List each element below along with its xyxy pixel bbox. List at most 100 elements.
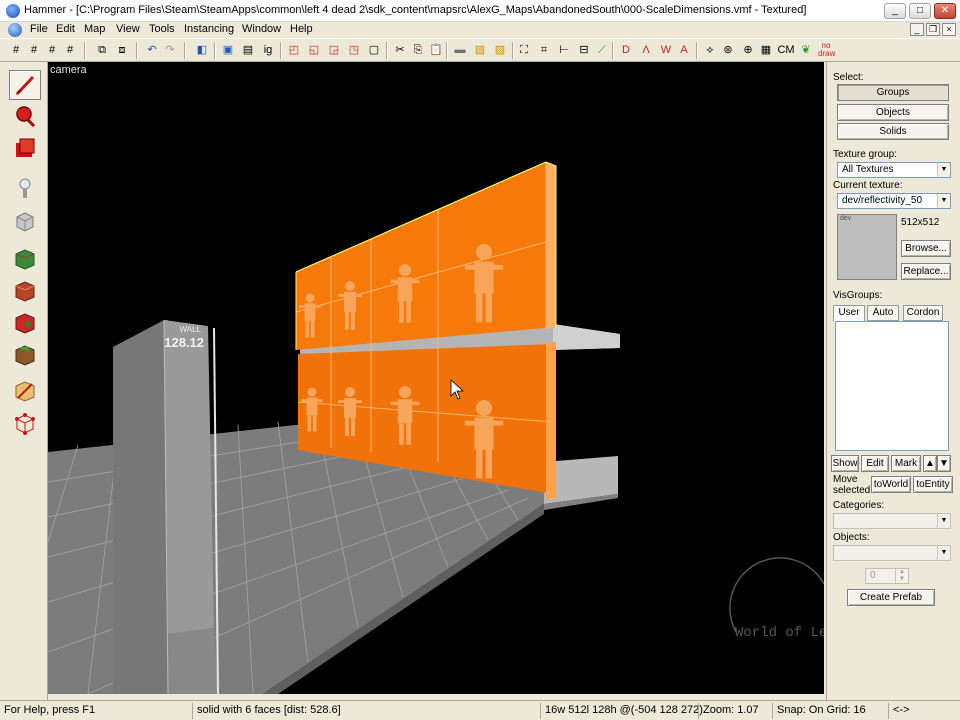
status-bar: For Help, press F1 solid with 6 faces [d… (0, 700, 960, 720)
show-button[interactable]: Show (831, 455, 859, 472)
select-groups-button[interactable]: Groups (837, 84, 949, 101)
to-entity-button[interactable]: toEntity (913, 476, 953, 493)
ungroup-icon[interactable]: ⧈ (114, 42, 130, 58)
group-icon[interactable]: ⧉ (94, 42, 110, 58)
texture-size: 512x512 (901, 217, 940, 228)
mdi-close-button[interactable]: × (942, 23, 956, 36)
camera-tool-icon[interactable] (9, 134, 41, 164)
carve-icon[interactable]: ◧ (194, 42, 210, 58)
redo-icon[interactable]: ↷ (162, 42, 178, 58)
display-textured-icon[interactable]: A (676, 42, 692, 58)
status-snap: Snap: On Grid: 16 (772, 703, 888, 719)
cut-icon[interactable]: ✂ (392, 42, 408, 58)
menu-tools[interactable]: Tools (149, 23, 175, 35)
current-texture-select[interactable]: dev/reflectivity_50 ▼ (837, 193, 951, 209)
cubemap-label[interactable]: CM (776, 42, 796, 58)
entity-report-icon[interactable]: ⟡ (702, 42, 718, 58)
hatch-icon[interactable]: ▧ (472, 42, 488, 58)
texture-scale-lock-icon[interactable]: ◱ (306, 42, 322, 58)
browse-button[interactable]: Browse... (901, 240, 951, 257)
visgroups-list[interactable] (835, 321, 949, 451)
to-world-button[interactable]: toWorld (871, 476, 911, 493)
hide-unselected-icon[interactable]: ▤ (240, 42, 256, 58)
mdi-minimize-button[interactable]: _ (910, 23, 924, 36)
snap-select-icon[interactable]: ⌗ (536, 42, 552, 58)
selection-box-icon[interactable]: ⛶ (516, 42, 532, 58)
apply-texture-icon[interactable] (9, 276, 41, 306)
minimize-button[interactable]: _ (884, 3, 906, 19)
grid-3d-icon[interactable]: # (62, 42, 78, 58)
menu-help[interactable]: Help (290, 23, 313, 35)
grid-toggle-icon[interactable]: # (8, 42, 24, 58)
tab-user[interactable]: User (833, 305, 865, 322)
title-bar: Hammer - [C:\Program Files\Steam\SteamAp… (0, 0, 960, 22)
edit-button[interactable]: Edit (861, 455, 889, 472)
entity-tool-icon[interactable] (9, 174, 41, 204)
skybox-icon[interactable]: ▦ (758, 42, 774, 58)
menu-window[interactable]: Window (242, 23, 281, 35)
menu-edit[interactable]: Edit (56, 23, 75, 35)
vertex-tool-icon[interactable] (9, 408, 41, 438)
texture-lock-icon[interactable]: ◰ (286, 42, 302, 58)
menu-instancing[interactable]: Instancing (184, 23, 234, 35)
texture-group-select[interactable]: All Textures ▼ (837, 162, 951, 178)
texture-preview[interactable]: dev (837, 214, 897, 280)
toggle-group-ignore-icon[interactable]: ◲ (326, 42, 342, 58)
maximize-button[interactable]: □ (909, 3, 931, 19)
close-button[interactable]: ✕ (934, 3, 956, 19)
block-tool-icon[interactable] (9, 206, 41, 236)
nodraw-icon[interactable]: no draw (818, 42, 835, 58)
prefab-count-stepper[interactable]: 0 ▲ ▼ (865, 568, 909, 584)
decal-tool-icon[interactable] (9, 308, 41, 338)
move-selected-label: Move selected: (833, 474, 874, 496)
spinner-value: 0 (870, 570, 876, 581)
mark-button[interactable]: Mark (891, 455, 921, 472)
display-flat-icon[interactable]: W (658, 42, 674, 58)
align-icon[interactable]: ⊢ (556, 42, 572, 58)
solid-tool-icon[interactable]: ▬ (452, 42, 468, 58)
model-icon[interactable]: ⊛ (720, 42, 736, 58)
document-icon[interactable] (8, 23, 22, 37)
hide-selected-icon[interactable]: ▣ (220, 42, 236, 58)
hide-items-icon[interactable]: ◳ (346, 42, 362, 58)
tab-cordon[interactable]: Cordon (903, 305, 943, 321)
grid-smaller-icon[interactable]: # (26, 42, 42, 58)
select-label: Select: (833, 72, 864, 83)
texture-application-icon[interactable] (9, 244, 41, 274)
overlay-tool-icon[interactable] (9, 340, 41, 370)
camera-viewport[interactable]: WALL 128.12 camera World of Le (48, 62, 824, 694)
status-extra: <-> (888, 703, 960, 719)
select-solids-button[interactable]: Solids (837, 123, 949, 140)
grid-larger-icon[interactable]: # (44, 42, 60, 58)
menu-file[interactable]: File (30, 23, 48, 35)
mdi-restore-button[interactable]: ❐ (926, 23, 940, 36)
replace-button[interactable]: Replace... (901, 263, 951, 280)
create-prefab-button[interactable]: Create Prefab (847, 589, 935, 606)
copy-icon[interactable]: ⎘ (410, 42, 426, 58)
objects-select[interactable]: ▼ (833, 545, 951, 561)
clipping-tool-icon[interactable] (9, 376, 41, 406)
move-down-icon[interactable]: ▼ (937, 455, 951, 472)
leaf-icon[interactable]: ❦ (798, 42, 814, 58)
hatch-2-icon[interactable]: ▨ (492, 42, 508, 58)
cordon-icon[interactable]: ▢ (366, 42, 382, 58)
selection-tool-icon[interactable] (9, 70, 41, 100)
display-2d-icon[interactable]: D (618, 42, 634, 58)
ignore-groups-icon[interactable]: ig (260, 42, 276, 58)
move-up-icon[interactable]: ▲ (923, 455, 937, 472)
overlay-icon[interactable]: ⊕ (740, 42, 756, 58)
tab-auto[interactable]: Auto (867, 305, 899, 321)
display-wireframe-icon[interactable]: Λ (638, 42, 654, 58)
paste-icon[interactable]: 📋 (428, 42, 444, 58)
undo-icon[interactable]: ↶ (144, 42, 160, 58)
flip-icon[interactable]: ⊟ (576, 42, 592, 58)
tool-palette (0, 62, 48, 700)
menu-view[interactable]: View (116, 23, 140, 35)
categories-select[interactable]: ▼ (833, 513, 951, 529)
gray-wall-front (164, 320, 214, 634)
magnify-tool-icon[interactable] (9, 102, 41, 132)
texture-group-value: All Textures (842, 164, 894, 175)
select-objects-button[interactable]: Objects (837, 104, 949, 121)
menu-map[interactable]: Map (84, 23, 105, 35)
vertex-edit-icon[interactable]: ⟋ (594, 42, 610, 58)
